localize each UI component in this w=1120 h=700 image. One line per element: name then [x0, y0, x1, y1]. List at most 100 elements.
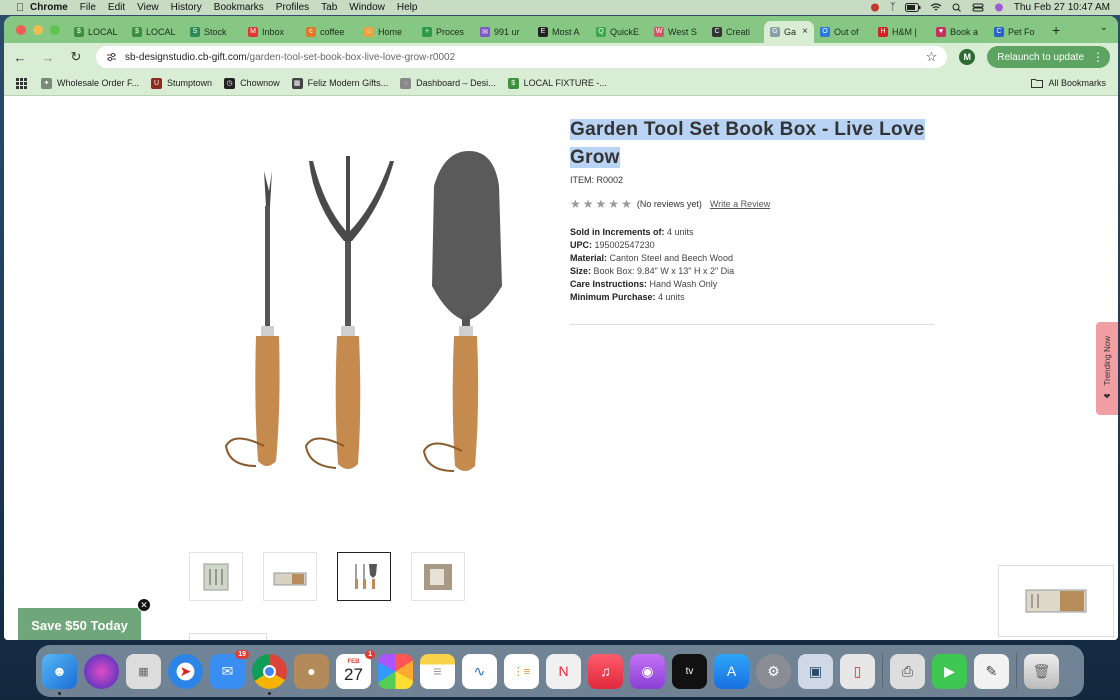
browser-tab[interactable]: + Proces	[416, 21, 474, 43]
address-bar[interactable]: sb-designstudio.cb-gift.com/garden-tool-…	[96, 46, 948, 68]
news-icon[interactable]: N	[546, 653, 581, 689]
browser-tab[interactable]: E Most A	[532, 21, 590, 43]
back-button[interactable]: ←	[12, 50, 28, 65]
bluetooth-icon[interactable]: ᛉ	[890, 2, 896, 13]
menu-history[interactable]: History	[165, 2, 208, 13]
launchpad-icon[interactable]: ▦	[126, 653, 161, 689]
more-menu-icon[interactable]: ⋮	[1092, 50, 1104, 64]
podcasts-icon[interactable]: ◉	[630, 653, 665, 689]
siri-icon[interactable]	[993, 3, 1005, 12]
mail-icon[interactable]: ✉ 19	[210, 649, 249, 689]
browser-tab[interactable]: $ LOCAL	[126, 21, 184, 43]
photos-icon[interactable]	[378, 653, 413, 689]
iphone-mirroring-icon[interactable]: ▯	[840, 653, 875, 689]
bookmark-star-icon[interactable]: ☆	[926, 49, 938, 65]
bookmark-item[interactable]: U Stumptown	[151, 77, 212, 89]
contacts-icon[interactable]: ●	[294, 653, 329, 689]
browser-tab[interactable]: ✉ 991 ur	[474, 21, 532, 43]
new-tab-button[interactable]: +	[1052, 22, 1060, 38]
battery-icon[interactable]	[904, 3, 921, 12]
window-controls	[16, 24, 60, 35]
preview-app-icon[interactable]: ▣	[798, 653, 833, 689]
bookmark-item[interactable]: ◷ Chownow	[224, 77, 280, 89]
product-preview-popup[interactable]	[998, 565, 1114, 637]
dock-separator	[882, 653, 883, 689]
browser-tab[interactable]: ⌂ Home	[358, 21, 416, 43]
printer-icon[interactable]: ⎙	[890, 653, 925, 689]
all-bookmarks-button[interactable]: All Bookmarks	[1031, 78, 1106, 88]
browser-tab[interactable]: C Creati	[706, 21, 764, 43]
tab-title: QuickE	[610, 26, 640, 37]
safari-icon[interactable]: ➤	[168, 653, 203, 689]
browser-tab[interactable]: C Pet Fo	[988, 21, 1046, 43]
textedit-icon[interactable]: ✎	[974, 653, 1009, 689]
tab-active[interactable]: G Ga ×	[764, 20, 814, 43]
tab-favicon-icon: H	[878, 26, 888, 37]
write-review-link[interactable]: Write a Review	[710, 199, 770, 209]
menu-help[interactable]: Help	[391, 2, 424, 13]
music-icon[interactable]: ♫	[588, 653, 623, 689]
reminders-icon[interactable]: ⋮≡	[504, 653, 539, 689]
menubar-clock[interactable]: Thu Feb 27 10:47 AM	[1014, 2, 1110, 13]
search-icon[interactable]	[951, 3, 963, 12]
thumbnail-1[interactable]	[189, 552, 243, 601]
close-tab-icon[interactable]: ×	[802, 26, 808, 37]
zoom-window-button[interactable]	[50, 24, 60, 35]
apple-menu-icon[interactable]: 	[10, 2, 24, 14]
apps-grid-icon[interactable]	[16, 77, 27, 89]
menu-window[interactable]: Window	[343, 2, 391, 13]
menu-app-name[interactable]: Chrome	[24, 2, 74, 13]
bookmark-item[interactable]: $ LOCAL FIXTURE -...	[507, 77, 607, 89]
thumbnail-4[interactable]	[411, 552, 465, 601]
calendar-icon[interactable]: FEB 27 1	[336, 649, 375, 689]
close-banner-icon[interactable]: ✕	[137, 598, 151, 612]
tab-search-icon[interactable]: ⌄	[1100, 22, 1108, 33]
description-tab[interactable]	[189, 633, 267, 640]
chrome-icon[interactable]	[252, 653, 287, 695]
status-app-icon[interactable]	[869, 3, 881, 12]
trash-icon[interactable]: 🗑	[1024, 653, 1059, 689]
finder-icon[interactable]: ☻	[42, 653, 77, 695]
menu-edit[interactable]: Edit	[102, 2, 131, 13]
bookmark-item[interactable]: ◌ Dashboard – Desi...	[400, 77, 496, 89]
product-title[interactable]: Garden Tool Set Book Box - Live Love Gro…	[570, 116, 934, 172]
browser-tab[interactable]: H H&M |	[872, 21, 930, 43]
freeform-icon[interactable]: ∿	[462, 653, 497, 689]
browser-tab[interactable]: W West S	[648, 21, 706, 43]
browser-tab[interactable]: M Inbox	[242, 21, 300, 43]
product-main-image[interactable]	[204, 146, 534, 481]
menu-file[interactable]: File	[74, 2, 102, 13]
bookmark-item[interactable]: ✦ Wholesale Order F...	[41, 77, 139, 89]
menu-tab[interactable]: Tab	[315, 2, 343, 13]
site-settings-icon[interactable]	[106, 52, 117, 62]
minimize-window-button[interactable]	[33, 24, 43, 35]
relaunch-button[interactable]: Relaunch to update ⋮	[987, 46, 1110, 68]
thumbnail-2[interactable]	[263, 552, 317, 601]
facetime-icon[interactable]: ▶	[932, 653, 967, 689]
browser-tab[interactable]: S Stock	[184, 21, 242, 43]
trending-now-tab[interactable]: Trending Now ❤	[1096, 322, 1118, 415]
bookmark-item[interactable]: ▦ Feliz Modern Gifts...	[291, 77, 389, 89]
control-center-icon[interactable]	[972, 3, 984, 12]
save-50-banner[interactable]: Save $50 Today	[18, 608, 141, 640]
system-settings-icon[interactable]: ⚙	[756, 653, 791, 689]
thumbnail-3[interactable]	[337, 552, 391, 601]
bookmark-label: Feliz Modern Gifts...	[307, 78, 389, 88]
profile-avatar[interactable]: M	[959, 49, 976, 65]
wifi-icon[interactable]	[930, 3, 942, 12]
menu-profiles[interactable]: Profiles	[270, 2, 315, 13]
close-window-button[interactable]	[16, 24, 26, 35]
reload-button[interactable]: ↻	[68, 49, 84, 65]
forward-button[interactable]: →	[40, 50, 56, 65]
notes-icon[interactable]: ≡	[420, 653, 455, 689]
menu-view[interactable]: View	[131, 2, 165, 13]
browser-tab[interactable]: ♥ Book a	[930, 21, 988, 43]
browser-tab[interactable]: Q QuickE	[590, 21, 648, 43]
siri-dock-icon[interactable]	[84, 653, 119, 689]
browser-tab[interactable]: c coffee	[300, 21, 358, 43]
app-store-icon[interactable]: A	[714, 653, 749, 689]
menu-bookmarks[interactable]: Bookmarks	[208, 2, 270, 13]
browser-tab[interactable]: O Out of	[814, 21, 872, 43]
apple-tv-icon[interactable]: tv	[672, 653, 707, 689]
browser-tab[interactable]: $ LOCAL	[68, 21, 126, 43]
